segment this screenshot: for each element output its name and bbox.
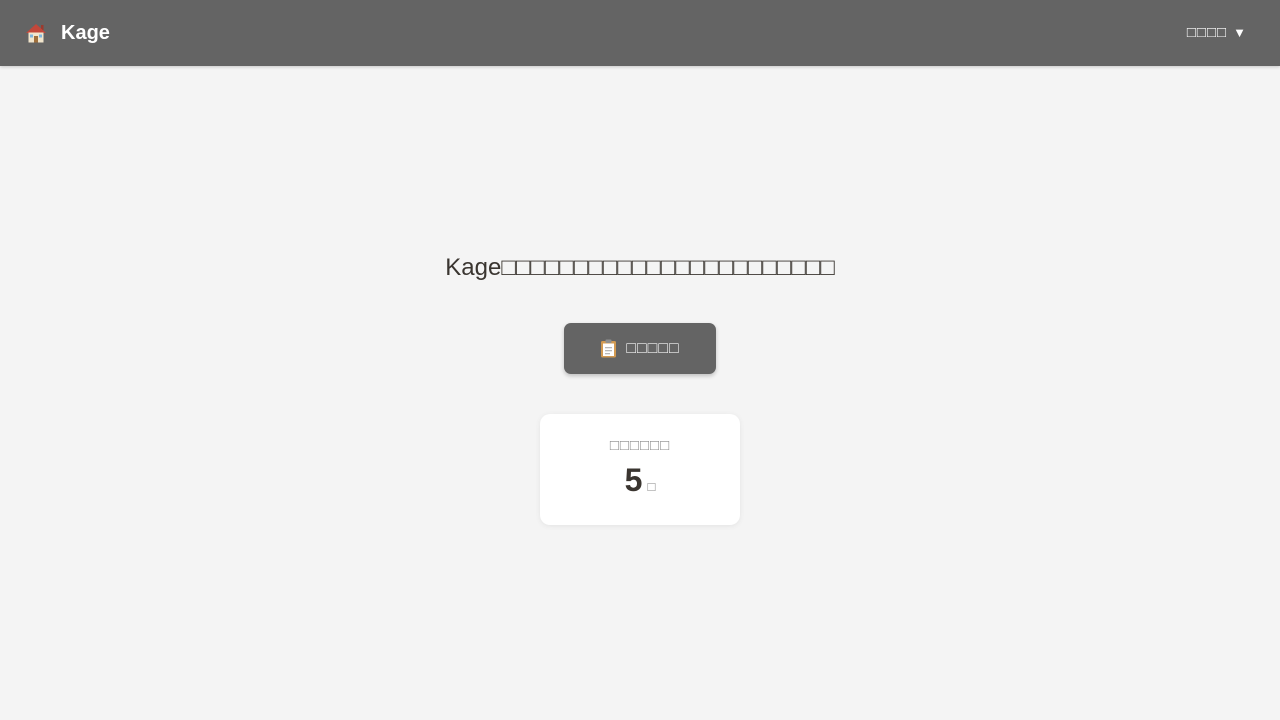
stat-value-row: 5 □ [540, 462, 740, 499]
user-menu-label: □□□□ [1186, 23, 1228, 41]
app-name: Kage [61, 22, 110, 44]
primary-action-label: □□□□□ [626, 339, 680, 357]
stat-card: □□□□□□ 5 □ [540, 414, 740, 525]
stat-value: 5 [624, 462, 643, 498]
welcome-message: Kage□□□□□□□□□□□□□□□□□□□□□□□ [445, 254, 835, 281]
clipboard-icon [601, 339, 617, 358]
stat-unit: □ [647, 479, 656, 494]
primary-action-button[interactable]: □□□□□ [564, 323, 716, 374]
house-icon [26, 24, 46, 43]
home-link[interactable]: Kage [24, 19, 110, 47]
stat-label: □□□□□□ [609, 437, 671, 454]
caret-down-icon: ▼ [1233, 24, 1246, 40]
top-navigation-bar: Kage □□□□ ▼ [0, 0, 1280, 66]
user-menu-dropdown[interactable]: □□□□ ▼ [1187, 22, 1246, 42]
